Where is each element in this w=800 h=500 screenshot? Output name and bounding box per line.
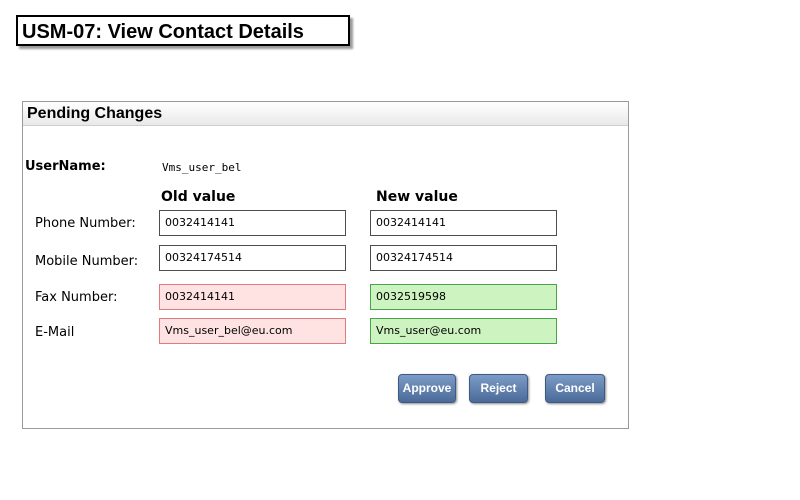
old-value-header: Old value xyxy=(161,189,236,205)
fax-number-new-field[interactable]: 0032519598 xyxy=(370,284,557,310)
approve-button[interactable]: Approve xyxy=(398,374,456,403)
page-title-box: USM-07: View Contact Details xyxy=(16,15,350,46)
username-value: Vms_user_bel xyxy=(162,161,242,174)
fax-number-label: Fax Number: xyxy=(35,290,118,305)
email-label: E-Mail xyxy=(35,325,75,340)
mobile-number-label: Mobile Number: xyxy=(35,254,139,269)
mobile-number-new-field[interactable]: 00324174514 xyxy=(370,245,557,271)
email-old-field[interactable]: Vms_user_bel@eu.com xyxy=(159,318,346,344)
fax-number-old-field[interactable]: 0032414141 xyxy=(159,284,346,310)
phone-number-old-field[interactable]: 0032414141 xyxy=(159,210,346,236)
panel-title: Pending Changes xyxy=(27,105,163,122)
phone-number-new-field[interactable]: 0032414141 xyxy=(370,210,557,236)
page-title: USM-07: View Contact Details xyxy=(22,21,304,43)
panel-header: Pending Changes xyxy=(23,102,628,126)
reject-button[interactable]: Reject xyxy=(469,374,528,403)
email-new-field[interactable]: Vms_user@eu.com xyxy=(370,318,557,344)
mobile-number-old-field[interactable]: 00324174514 xyxy=(159,245,346,271)
username-label: UserName: xyxy=(25,159,106,174)
new-value-header: New value xyxy=(376,189,458,205)
cancel-button[interactable]: Cancel xyxy=(545,374,605,403)
phone-number-label: Phone Number: xyxy=(35,216,136,231)
